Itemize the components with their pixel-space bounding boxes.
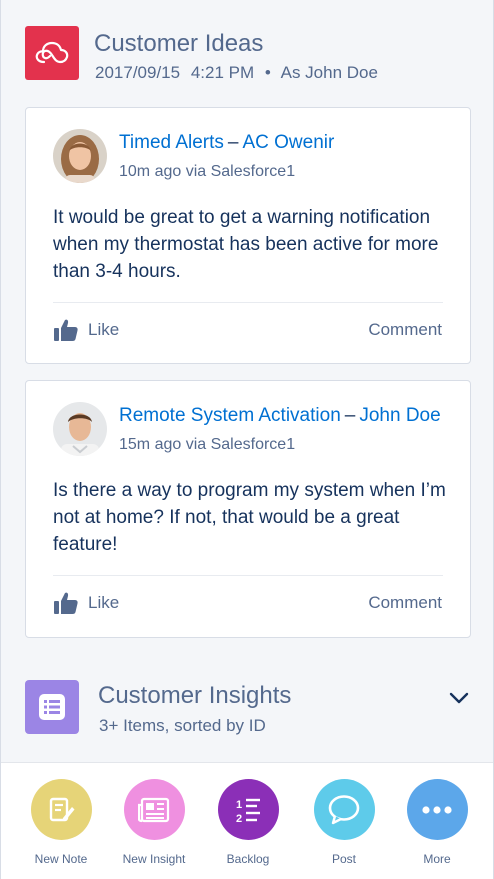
record-header: Customer Ideas 2017/09/15 4:21 PM • As J… [25, 26, 465, 86]
more-dots-icon [406, 779, 468, 840]
record-owner: As John Doe [280, 63, 378, 82]
related-list-customer-insights[interactable]: Customer Insights 3+ Items, sorted by ID [25, 676, 471, 746]
svg-text:1: 1 [236, 799, 242, 811]
chevron-down-icon[interactable] [447, 686, 471, 710]
related-list-subtitle: 3+ Items, sorted by ID [99, 716, 266, 735]
post-button[interactable]: Post [299, 779, 389, 866]
meta-separator: • [264, 63, 271, 82]
action-label: More [423, 852, 451, 866]
record-time: 4:21 PM [190, 63, 255, 82]
chat-bubble-icon [313, 779, 375, 840]
note-pencil-icon [30, 779, 92, 840]
avatar [53, 129, 107, 183]
newspaper-icon [123, 779, 185, 840]
feed-item: Timed Alerts – AC Owenir 10m ago via Sales… [25, 107, 471, 364]
action-bar: New Note New Insight 1 2 Backlog Post Mo… [1, 762, 493, 879]
record-meta: 2017/09/15 4:21 PM • As John Doe [95, 63, 378, 83]
like-button[interactable]: Like [54, 316, 119, 344]
thumbs-up-icon [54, 592, 78, 614]
new-insight-button[interactable]: New Insight [109, 779, 199, 866]
post-timestamp: 10m ago via Salesforce1 [119, 163, 296, 180]
post-timestamp: 15m ago via Salesforce1 [119, 436, 296, 453]
post-body: Is there a way to program my system when… [53, 480, 446, 555]
like-label: Like [88, 320, 120, 339]
idea-link[interactable]: Remote System Activation [119, 405, 341, 426]
divider [53, 302, 443, 303]
author-link[interactable]: AC Owenir [242, 132, 334, 153]
list-icon [25, 680, 79, 734]
more-button[interactable]: More [392, 779, 482, 866]
action-label: New Note [34, 852, 88, 866]
related-list-title: Customer Insights [98, 682, 292, 709]
cloud-icon [25, 26, 79, 80]
svg-text:2: 2 [236, 813, 242, 825]
title-dash: – [344, 405, 356, 426]
action-label: Post [331, 852, 356, 866]
new-note-button[interactable]: New Note [16, 779, 106, 866]
like-label: Like [88, 593, 120, 612]
feed-item: Remote System Activation – John Doe 15m ag… [25, 380, 471, 638]
backlog-button[interactable]: 1 2 Backlog [203, 779, 293, 866]
title-dash: – [227, 132, 239, 153]
comment-button[interactable]: Comment [368, 320, 442, 340]
author-link[interactable]: John Doe [359, 405, 440, 426]
post-body: It would be great to get a warning notif… [53, 207, 439, 282]
page-title: Customer Ideas [94, 30, 264, 57]
idea-link[interactable]: Timed Alerts [119, 132, 224, 153]
post-title: Remote System Activation – John Doe [119, 405, 441, 427]
divider [53, 575, 443, 576]
app-screen: Customer Ideas 2017/09/15 4:21 PM • As J… [0, 0, 494, 879]
comment-button[interactable]: Comment [368, 593, 442, 613]
action-label: New Insight [122, 852, 186, 866]
numbered-list-icon: 1 2 [217, 779, 279, 840]
thumbs-up-icon [54, 319, 78, 341]
record-date: 2017/09/15 [95, 63, 181, 82]
action-label: Backlog [226, 852, 270, 866]
avatar [53, 402, 107, 456]
post-title: Timed Alerts – AC Owenir [119, 132, 334, 154]
like-button[interactable]: Like [54, 589, 119, 617]
